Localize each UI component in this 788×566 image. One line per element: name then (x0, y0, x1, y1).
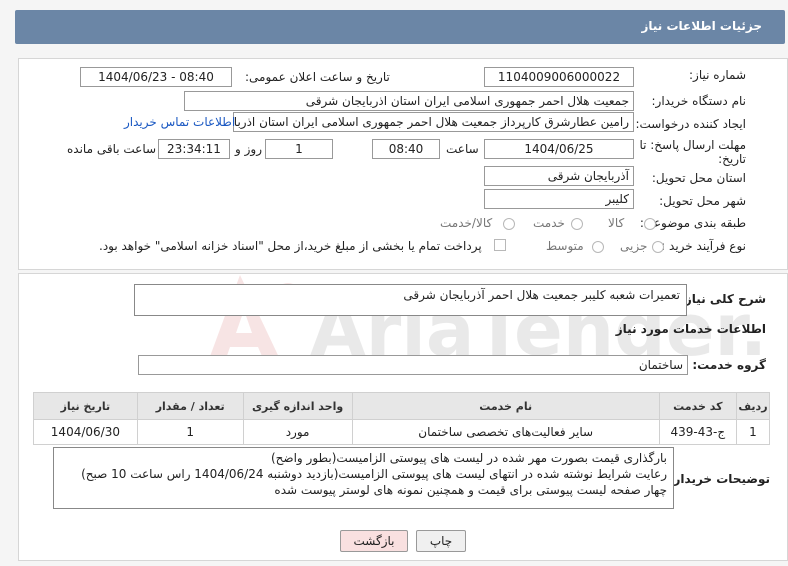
need-summary-field[interactable]: تعمیرات شعبه کلیبر جمعیت هلال احمر آذربا… (134, 284, 687, 316)
buyer-notes-line: چهار صفحه لیست پیوستی برای قیمت و همچنین… (274, 483, 667, 497)
col-service-name: نام خدمت (351, 392, 660, 420)
col-service-code: کد خدمت (658, 392, 737, 420)
back-button[interactable]: بازگشت (340, 530, 408, 552)
cell-service-code: ج-43-439 (658, 419, 737, 445)
cell-row-number: 1 (735, 419, 771, 445)
service-group-field[interactable]: ساختمان (138, 355, 688, 375)
deadline-date-field[interactable]: 1404/06/25 (484, 139, 634, 159)
province-label: استان محل تحویل: (651, 171, 746, 185)
process-option-minor: جزیی (620, 239, 648, 253)
buyer-notes-line: رعایت شرایط نوشته شده در انتهای لیست های… (81, 467, 667, 481)
need-number-label: شماره نیاز: (689, 68, 746, 82)
table-row[interactable]: 1404/06/30 1 مورد سایر فعالیت‌های تخصصی … (33, 419, 771, 445)
service-group-label: گروه خدمت: (692, 358, 766, 372)
process-radio-medium[interactable] (592, 241, 604, 253)
treasury-payment-checkbox[interactable] (494, 239, 506, 251)
city-label: شهر محل تحویل: (659, 194, 746, 208)
deadline-label-date: تاریخ: (718, 152, 746, 166)
cell-quantity: 1 (136, 419, 244, 445)
remaining-time-label: ساعت باقی مانده (67, 142, 157, 156)
category-option-service: خدمت (533, 216, 565, 230)
city-field[interactable]: کلیبر (484, 189, 634, 209)
announce-datetime-label: تاریخ و ساعت اعلان عمومی: (245, 70, 390, 84)
buyer-notes-field[interactable]: بارگذاری قیمت بصورت مهر شده در لیست های … (53, 447, 674, 509)
process-label: نوع فرآیند خرید : (661, 239, 746, 253)
category-option-goods-service: کالا/خدمت (440, 216, 493, 230)
buyer-org-label: نام دستگاه خریدار: (651, 94, 747, 108)
need-summary-label: شرح کلی نیاز: (680, 292, 766, 306)
page-title: جزئیات اطلاعات نیاز (641, 19, 762, 33)
services-table-header: تاریخ نیاز تعداد / مقدار واحد اندازه گیر… (33, 392, 771, 420)
col-need-date: تاریخ نیاز (33, 392, 138, 420)
buyer-contact-link[interactable]: اطلاعات تماس خریدار (124, 115, 235, 129)
process-radio-minor[interactable] (652, 241, 664, 253)
buyer-org-field[interactable]: جمعیت هلال احمر جمهوری اسلامی ایران استا… (184, 91, 634, 111)
buyer-notes-label: توضیحات خریدار: (668, 472, 770, 486)
print-button[interactable]: چاپ (416, 530, 466, 552)
deadline-time-field[interactable]: 08:40 (372, 139, 440, 159)
deadline-label: مهلت ارسال پاسخ: تا (639, 138, 746, 152)
services-section-title: اطلاعات خدمات مورد نیاز (615, 322, 766, 336)
buyer-notes-line: بارگذاری قیمت بصورت مهر شده در لیست های … (270, 451, 667, 465)
need-number-field[interactable]: 1104009006000022 (484, 67, 634, 87)
deadline-time-label: ساعت (446, 142, 479, 156)
province-field[interactable]: آذربایجان شرقی (484, 166, 634, 186)
cell-unit: مورد (242, 419, 353, 445)
cell-need-date: 1404/06/30 (33, 419, 138, 445)
creator-label: ایجاد کننده درخواست: (635, 117, 746, 131)
category-option-goods: کالا (608, 216, 625, 230)
days-label: روز و (235, 142, 262, 156)
category-radio-goods[interactable] (644, 218, 656, 230)
col-row-number: ردیف (735, 392, 771, 420)
col-quantity: تعداد / مقدار (136, 392, 244, 420)
category-radio-goods-service[interactable] (503, 218, 515, 230)
creator-field[interactable]: رامین عطارشرق کارپرداز جمعیت هلال احمر ج… (233, 112, 634, 132)
services-table: تاریخ نیاز تعداد / مقدار واحد اندازه گیر… (33, 392, 771, 445)
process-option-medium: متوسط (546, 239, 584, 253)
cell-service-name: سایر فعالیت‌های تخصصی ساختمان (351, 419, 660, 445)
days-remaining-field[interactable]: 1 (265, 139, 333, 159)
category-radio-service[interactable] (571, 218, 583, 230)
col-unit: واحد اندازه گیری (242, 392, 353, 420)
treasury-payment-note: پرداخت تمام یا بخشی از مبلغ خرید،از محل … (99, 239, 482, 253)
remaining-time-field[interactable]: 23:34:11 (158, 139, 230, 159)
announce-datetime-field[interactable]: 1404/06/23 - 08:40 (80, 67, 232, 87)
